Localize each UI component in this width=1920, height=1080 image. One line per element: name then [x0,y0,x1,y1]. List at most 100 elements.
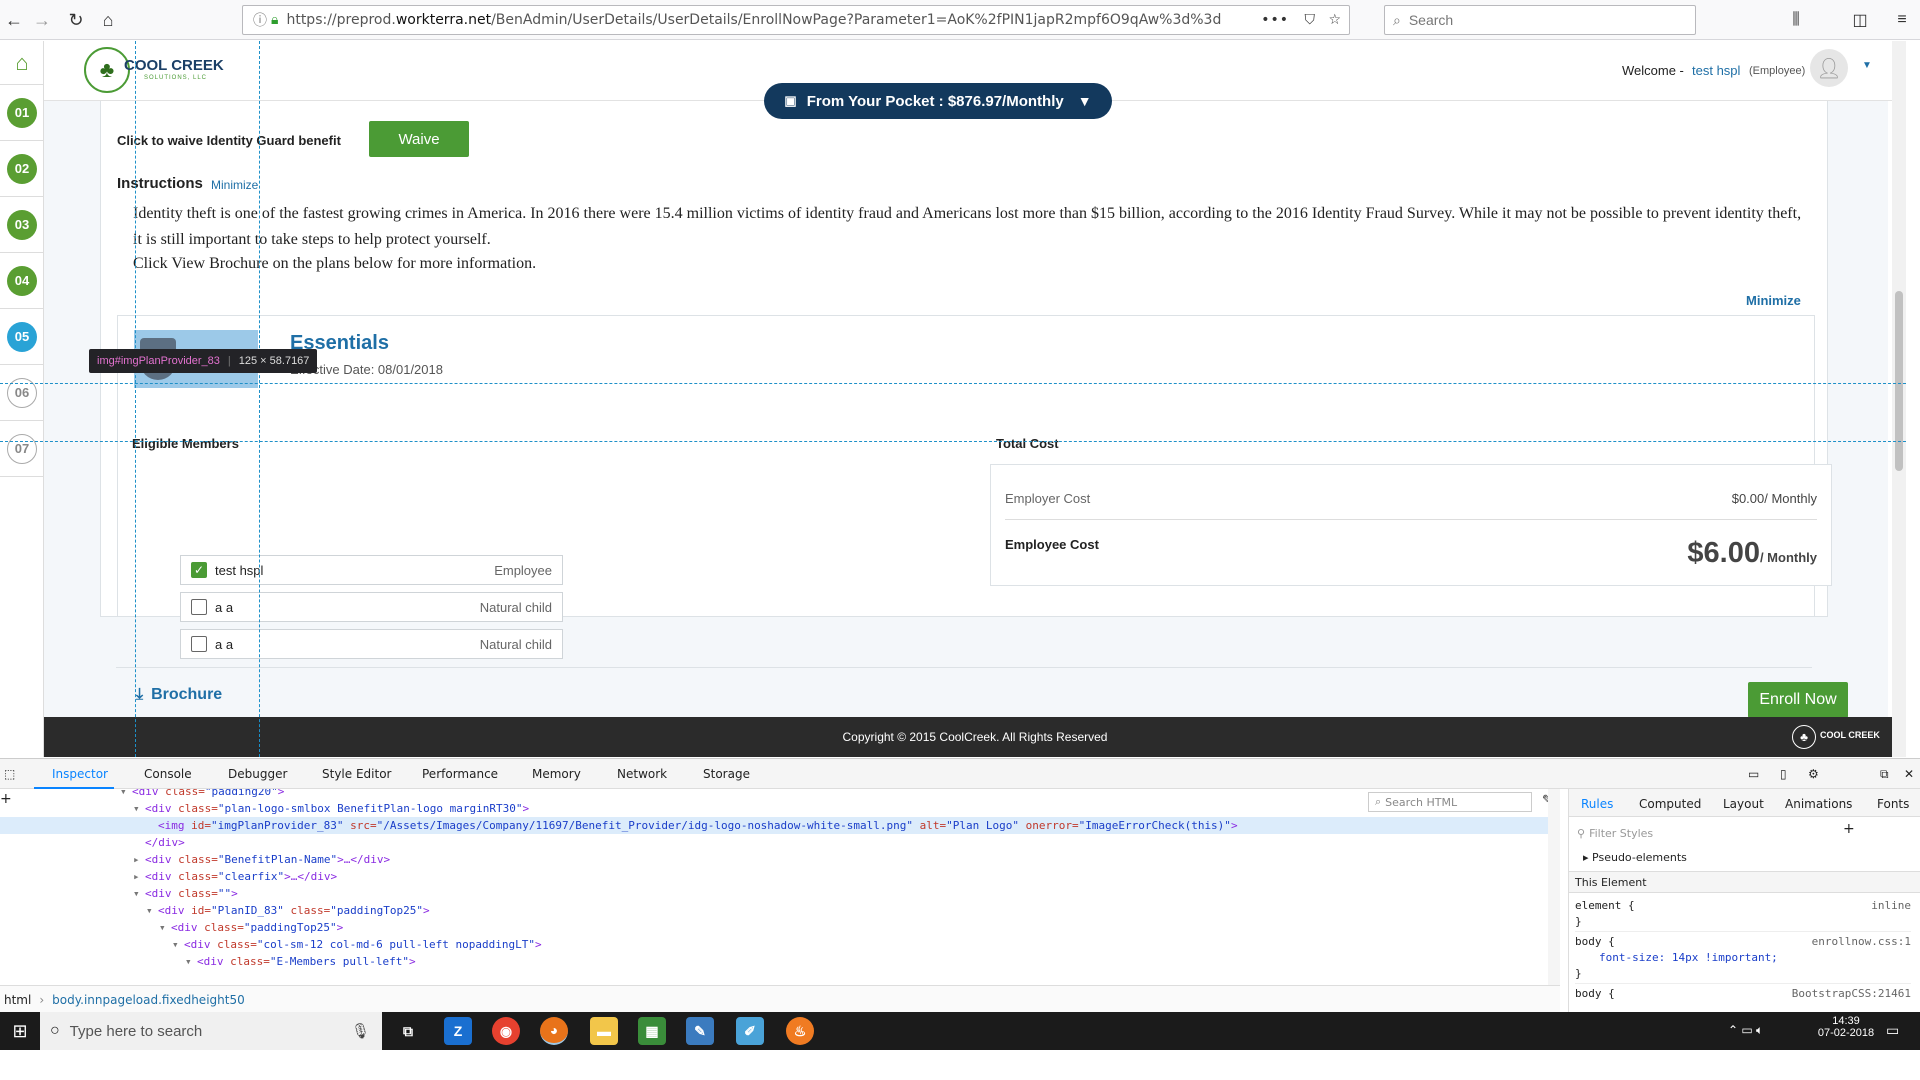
markup-line[interactable]: ▸ <div class="BenefitPlan-Name">…</div> [0,851,1548,868]
pocket-icon[interactable]: ⛉ [1305,12,1316,28]
tab-computed[interactable]: Computed [1639,797,1701,811]
step-04[interactable]: 04 [0,253,44,309]
breadcrumb-item[interactable]: html [4,993,31,1007]
chevron-down-icon[interactable]: ▼ [1862,60,1872,71]
system-tray-icons[interactable]: ⌃ ▭ 🔈︎ [1728,1023,1763,1038]
tab-network[interactable]: Network [617,767,667,781]
markup-view[interactable]: ▾ <div class="padding20"> ▾ <div class="pla… [0,789,1560,985]
library-icon[interactable]: ⫼ [1782,6,1810,34]
markup-scrollbar[interactable] [1548,789,1560,985]
markup-line[interactable]: ▸ <div class="clearfix">…</div> [0,868,1548,885]
tab-debugger[interactable]: Debugger [228,767,287,781]
firefox-app-icon[interactable]: ◕ [540,1017,568,1045]
step-06[interactable]: 06 [0,365,44,421]
back-icon[interactable]: ← [0,6,28,34]
markup-line[interactable]: ▾ <div class=""> [0,885,1548,902]
home-icon[interactable]: ⌂ [0,41,44,85]
markup-line[interactable]: ▾ <div class="paddingTop25"> [0,919,1548,936]
fire-app-icon[interactable]: ♨ [786,1017,814,1045]
notes-app-icon[interactable]: ✐ [736,1017,764,1045]
markup-line[interactable]: ▾ <div class="col-sm-12 col-md-6 pull-lef… [0,936,1548,953]
expand-toggle-icon[interactable]: ▾ [159,919,171,936]
member-row[interactable]: a a Natural child [180,629,563,659]
url-bar[interactable]: ⓘ 🔒︎ https://preprod. workterra.net/BenAd… [242,5,1350,35]
markup-line[interactable]: <img id="imgPlanProvider_83" src="/Asset… [0,817,1548,834]
markup-line[interactable]: ▾ <div id="PlanID_83" class="paddingTop25… [0,902,1548,919]
expand-toggle-icon[interactable]: ▾ [133,885,145,902]
expand-toggle-icon[interactable]: ▾ [133,800,145,817]
filter-styles-input[interactable]: ⚲ Filter Styles [1577,823,1837,843]
waive-button[interactable]: Waive [369,121,469,157]
member-row[interactable]: ✓ test hspl Employee [180,555,563,585]
markup-line[interactable]: ▾ <div class="plan-logo-smlbox BenefitPla… [0,800,1548,817]
markup-line[interactable]: </div> [0,834,1548,851]
zoom-app-icon[interactable]: Z [444,1017,472,1045]
brochure-link[interactable]: ⤓ Brochure [136,686,222,704]
close-icon[interactable]: ✕ [1904,767,1914,781]
markup-line[interactable]: ▾ <div class="E-Members pull-left"> [0,953,1548,970]
expand-toggle-icon[interactable]: ▾ [146,902,158,919]
step-03[interactable]: 03 [0,197,44,253]
tab-performance[interactable]: Performance [422,767,498,781]
responsive-icon[interactable]: ▯ [1780,767,1787,781]
from-your-pocket-pill[interactable]: ▣ From Your Pocket : $876.97/Monthly ▼ [764,83,1112,119]
microphone-icon[interactable]: 🎙︎ [351,1022,370,1040]
expand-toggle-icon[interactable]: ▸ [133,868,145,885]
bookmark-star-icon[interactable]: ☆ [1328,12,1341,28]
checkbox-icon[interactable] [191,599,207,615]
reload-icon[interactable]: ↻ [62,6,90,34]
plans-minimize-link[interactable]: Minimize [1746,293,1801,308]
chrome-app-icon[interactable]: ◉ [492,1017,520,1045]
tab-memory[interactable]: Memory [532,767,581,781]
file-explorer-icon[interactable]: ▬ [590,1017,618,1045]
step-02[interactable]: 02 [0,141,44,197]
user-name-link[interactable]: test hspl [1692,63,1740,78]
member-row[interactable]: a a Natural child [180,592,563,622]
task-view-icon[interactable]: ⧉ [394,1017,422,1045]
taskbar-search-input[interactable]: ○ Type here to search 🎙︎ [40,1012,382,1050]
settings-icon[interactable]: ⚙ [1808,767,1819,781]
tab-fonts[interactable]: Fonts [1877,797,1909,811]
page-scrollbar-thumb[interactable] [1895,291,1903,471]
pseudo-elements-toggle[interactable]: ▸ Pseudo-elements [1583,851,1687,864]
tab-animations[interactable]: Animations [1785,797,1852,811]
avatar[interactable]: 👤︎ [1810,49,1848,87]
browser-search-input[interactable]: ⌕ Search [1384,5,1696,35]
rule-source[interactable]: inline [1871,899,1911,912]
info-icon[interactable]: ⓘ [253,10,267,30]
more-actions-icon[interactable]: ••• [1261,12,1289,28]
expand-toggle-icon[interactable]: ▾ [172,936,184,953]
home-icon[interactable]: ⌂ [94,6,122,34]
rule-declaration[interactable]: font-size: 14px !important; [1575,951,1911,967]
tab-storage[interactable]: Storage [703,767,750,781]
markup-line[interactable]: ▾ <div class="padding20"> [0,789,1548,800]
page-scrollbar[interactable] [1892,41,1906,757]
windows-start-icon[interactable]: ⊞ [0,1012,40,1050]
expand-toggle-icon[interactable]: ▾ [185,953,197,970]
spreadsheet-app-icon[interactable]: ▦ [638,1017,666,1045]
popout-icon[interactable]: ⧉ [1880,767,1889,782]
checkbox-icon[interactable] [191,636,207,652]
tab-console[interactable]: Console [144,767,192,781]
rule-source[interactable]: BootstrapCSS:21461 [1792,987,1911,1000]
sidebar-icon[interactable]: ◫ [1846,6,1874,34]
step-05[interactable]: 05 [0,309,44,365]
tab-layout[interactable]: Layout [1723,797,1764,811]
notifications-icon[interactable]: ▭ [1886,1022,1899,1039]
forward-icon[interactable]: → [28,6,56,34]
pick-element-icon[interactable]: ⬚ [4,767,15,781]
tab-rules[interactable]: Rules [1581,797,1613,811]
tab-style-editor[interactable]: Style Editor [322,767,391,781]
paint-app-icon[interactable]: ✎ [686,1017,714,1045]
add-rule-icon[interactable]: + [1843,821,1855,837]
checkbox-checked-icon[interactable]: ✓ [191,562,207,578]
instructions-minimize-link[interactable]: Minimize [211,178,258,192]
step-07[interactable]: 07 [0,421,44,477]
breadcrumb-item[interactable]: body.innpageload.fixedheight50 [52,993,245,1007]
expand-toggle-icon[interactable]: ▸ [133,851,145,868]
step-01[interactable]: 01 [0,85,44,141]
tab-inspector[interactable]: Inspector [34,767,114,789]
expand-toggle-icon[interactable]: ▾ [120,789,132,800]
rule-source[interactable]: enrollnow.css:1 [1812,935,1911,948]
enroll-now-button[interactable]: Enroll Now [1748,682,1848,718]
